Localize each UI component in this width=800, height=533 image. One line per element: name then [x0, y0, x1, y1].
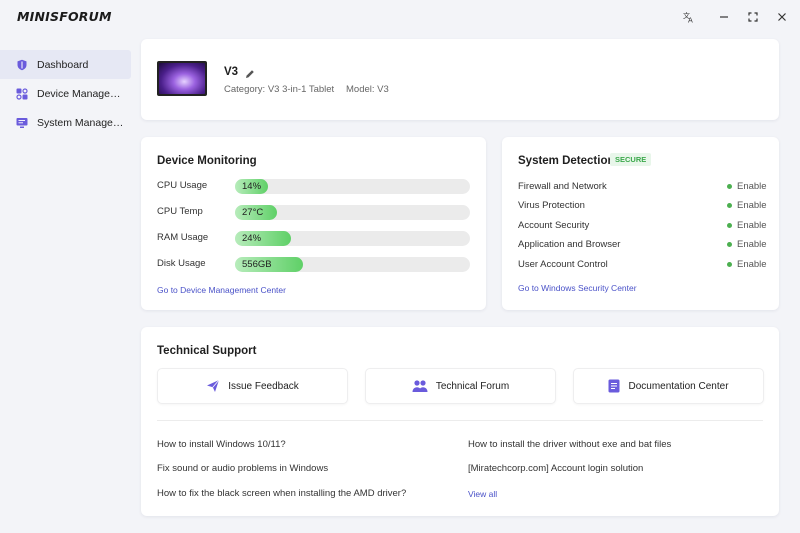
technical-support-card: Technical Support Issue Feedback Technic…	[141, 327, 779, 516]
detection-row-status: Enable	[727, 200, 767, 211]
status-dot	[727, 262, 732, 267]
sidebar: Dashboard Device Manage… System Manage…	[0, 50, 131, 137]
device-icon	[16, 87, 28, 100]
device-model: Model: V3	[346, 84, 389, 95]
detection-row-status: Enable	[727, 181, 767, 192]
sidebar-item-device-management[interactable]: Device Manage…	[0, 79, 131, 108]
cpu-temp-value: 27°C	[242, 207, 264, 218]
ram-usage-value: 24%	[242, 233, 262, 244]
status-text: Enable	[737, 259, 767, 270]
documentation-center-button[interactable]: Documentation Center	[573, 368, 764, 404]
brand-logo: MINISFORUM	[17, 9, 112, 24]
system-detection-title: System Detection	[518, 155, 615, 167]
status-text: Enable	[737, 200, 767, 211]
faq-link[interactable]: How to fix the black screen when install…	[157, 488, 406, 499]
detection-row-label: Firewall and Network	[518, 181, 607, 192]
cpu-temp-bar: 27°C	[235, 205, 470, 220]
technical-forum-label: Technical Forum	[435, 380, 510, 392]
device-monitoring-title: Device Monitoring	[157, 155, 257, 167]
status-dot	[727, 242, 732, 247]
device-category: Category: V3 3-in-1 Tablet	[224, 84, 335, 95]
device-name: V3	[224, 66, 239, 78]
close-icon[interactable]	[771, 7, 793, 27]
technical-forum-button[interactable]: Technical Forum	[365, 368, 556, 404]
cpu-temp-label: CPU Temp	[157, 206, 203, 217]
disk-usage-bar: 556GB	[235, 257, 470, 272]
sidebar-item-label: Device Manage…	[37, 87, 121, 100]
ram-usage-bar: 24%	[235, 231, 470, 246]
cpu-usage-value: 14%	[242, 181, 262, 192]
issue-feedback-button[interactable]: Issue Feedback	[157, 368, 348, 404]
faq-link[interactable]: How to install Windows 10/11?	[157, 439, 286, 450]
faq-link[interactable]: [Miratechcorp.com] Account login solutio…	[468, 463, 643, 474]
detection-row-status: Enable	[727, 220, 767, 231]
status-dot	[727, 184, 732, 189]
cpu-usage-bar: 14%	[235, 179, 470, 194]
detection-row-label: Virus Protection	[518, 200, 585, 211]
device-management-link[interactable]: Go to Device Management Center	[157, 285, 286, 295]
maximize-icon[interactable]	[742, 7, 764, 27]
sidebar-item-label: System Manage…	[37, 116, 124, 129]
system-detection-card: System Detection SECURE Firewall and Net…	[502, 137, 779, 310]
sidebar-item-dashboard[interactable]: Dashboard	[0, 50, 131, 79]
windows-security-link[interactable]: Go to Windows Security Center	[518, 283, 637, 293]
shield-icon	[16, 59, 28, 71]
detection-row-label: Account Security	[518, 220, 590, 231]
status-text: Enable	[737, 239, 767, 250]
issue-feedback-label: Issue Feedback	[228, 380, 299, 392]
sidebar-item-label: Dashboard	[37, 58, 89, 71]
ram-usage-label: RAM Usage	[157, 232, 209, 243]
device-thumbnail	[157, 61, 207, 96]
detection-row-label: Application and Browser	[518, 239, 621, 250]
faq-link[interactable]: Fix sound or audio problems in Windows	[157, 463, 328, 474]
minimize-icon[interactable]	[713, 7, 735, 27]
secure-badge: SECURE	[610, 153, 652, 166]
edit-name-icon[interactable]	[245, 66, 256, 78]
status-text: Enable	[737, 220, 767, 231]
monitor-icon	[16, 117, 28, 129]
cpu-usage-label: CPU Usage	[157, 180, 208, 191]
svg-text:A: A	[688, 17, 693, 24]
paper-plane-icon	[206, 379, 220, 393]
device-monitoring-card: Device Monitoring CPU Usage 14% CPU Temp…	[141, 137, 486, 310]
title-bar: MINISFORUM 文A	[0, 0, 800, 34]
status-text: Enable	[737, 181, 767, 192]
detection-row-status: Enable	[727, 259, 767, 270]
detection-row-label: User Account Control	[518, 259, 608, 270]
technical-support-title: Technical Support	[157, 345, 257, 357]
status-dot	[727, 223, 732, 228]
disk-usage-label: Disk Usage	[157, 258, 206, 269]
detection-row-status: Enable	[727, 239, 767, 250]
sidebar-item-system-management[interactable]: System Manage…	[0, 108, 131, 137]
people-icon	[412, 379, 428, 393]
documentation-center-label: Documentation Center	[628, 380, 729, 392]
faq-link[interactable]: How to install the driver without exe an…	[468, 439, 671, 450]
divider	[157, 420, 763, 421]
document-icon	[608, 379, 620, 393]
translate-icon[interactable]: 文A	[678, 7, 700, 27]
device-card: V3 Category: V3 3-in-1 Tablet Model: V3	[141, 39, 779, 120]
disk-usage-value: 556GB	[242, 259, 272, 270]
view-all-link[interactable]: View all	[468, 489, 497, 499]
status-dot	[727, 203, 732, 208]
